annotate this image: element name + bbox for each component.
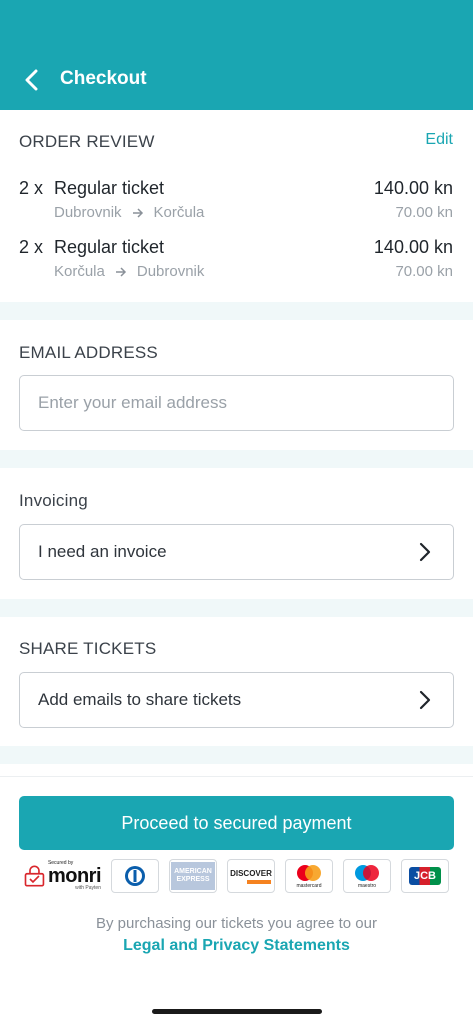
- email-input[interactable]: [38, 393, 435, 413]
- mastercard-icon: mastercard: [285, 859, 333, 893]
- chevron-right-icon: [415, 542, 435, 562]
- home-indicator: [152, 1009, 322, 1014]
- section-divider: [0, 450, 473, 468]
- section-divider: [0, 746, 473, 764]
- route-to: Dubrovnik: [136, 263, 205, 280]
- jcb-text: JCB: [408, 867, 441, 885]
- maestro-icon: maestro: [343, 859, 391, 893]
- amex-icon: AMERICAN EXPRESS: [169, 859, 217, 893]
- share-tickets-option[interactable]: Add emails to share tickets: [19, 672, 454, 728]
- monri-logo: Secured by monri with Payten: [24, 859, 102, 893]
- order-item-total: 140.00 kn: [373, 178, 453, 198]
- diners-icon: [111, 859, 159, 893]
- footer-separator: [0, 776, 473, 777]
- jcb-icon: JCB: [401, 859, 449, 893]
- order-item-route: Dubrovnik Korčula: [54, 204, 204, 221]
- chevron-right-icon: [415, 690, 435, 710]
- order-item-unit-price: 70.00 kn: [395, 204, 453, 221]
- invoicing-title: Invoicing: [19, 491, 88, 510]
- order-item-total: 140.00 kn: [373, 237, 453, 257]
- amex-text: AMERICAN EXPRESS: [171, 862, 215, 890]
- lock-icon: [24, 865, 45, 887]
- email-field[interactable]: [19, 375, 454, 431]
- mastercard-text: mastercard: [296, 883, 322, 889]
- route-from: Dubrovnik: [54, 204, 122, 221]
- route-from: Korčula: [54, 263, 105, 280]
- email-section-title: EMAIL ADDRESS: [19, 343, 158, 362]
- app-header: Checkout: [0, 0, 473, 110]
- edit-order-link[interactable]: Edit: [425, 131, 453, 149]
- chevron-left-icon: [25, 69, 38, 91]
- proceed-payment-button[interactable]: Proceed to secured payment: [19, 796, 454, 850]
- legal-privacy-link[interactable]: Legal and Privacy Statements: [0, 937, 473, 955]
- terms-text: By purchasing our tickets you agree to o…: [96, 915, 377, 932]
- maestro-text: maestro: [357, 883, 377, 889]
- order-item-route: Korčula Dubrovnik: [54, 263, 204, 280]
- share-tickets-title: SHARE TICKETS: [19, 639, 157, 658]
- arrow-right-icon: [115, 266, 126, 277]
- invoice-option-label: I need an invoice: [38, 542, 167, 561]
- order-item-qty: 2 x: [19, 178, 44, 198]
- invoice-option[interactable]: I need an invoice: [19, 524, 454, 580]
- arrow-right-icon: [132, 207, 143, 218]
- page-title: Checkout: [60, 68, 147, 89]
- route-to: Korčula: [153, 204, 205, 221]
- discover-icon: DISCOVER: [227, 859, 275, 893]
- payment-logos: Secured by monri with Payten AMERICAN EX…: [24, 858, 452, 894]
- order-item-unit-price: 70.00 kn: [395, 263, 453, 280]
- order-item-qty: 2 x: [19, 237, 44, 257]
- share-tickets-label: Add emails to share tickets: [38, 690, 242, 709]
- payten-text: with Payten: [75, 885, 101, 891]
- order-review-title: ORDER REVIEW: [19, 132, 155, 151]
- back-button[interactable]: [18, 66, 46, 94]
- monri-wordmark: monri: [47, 865, 102, 887]
- order-item-name: Regular ticket: [54, 237, 165, 257]
- section-divider: [0, 599, 473, 617]
- order-item-name: Regular ticket: [54, 178, 165, 198]
- discover-text: DISCOVER: [230, 868, 272, 878]
- section-divider: [0, 302, 473, 320]
